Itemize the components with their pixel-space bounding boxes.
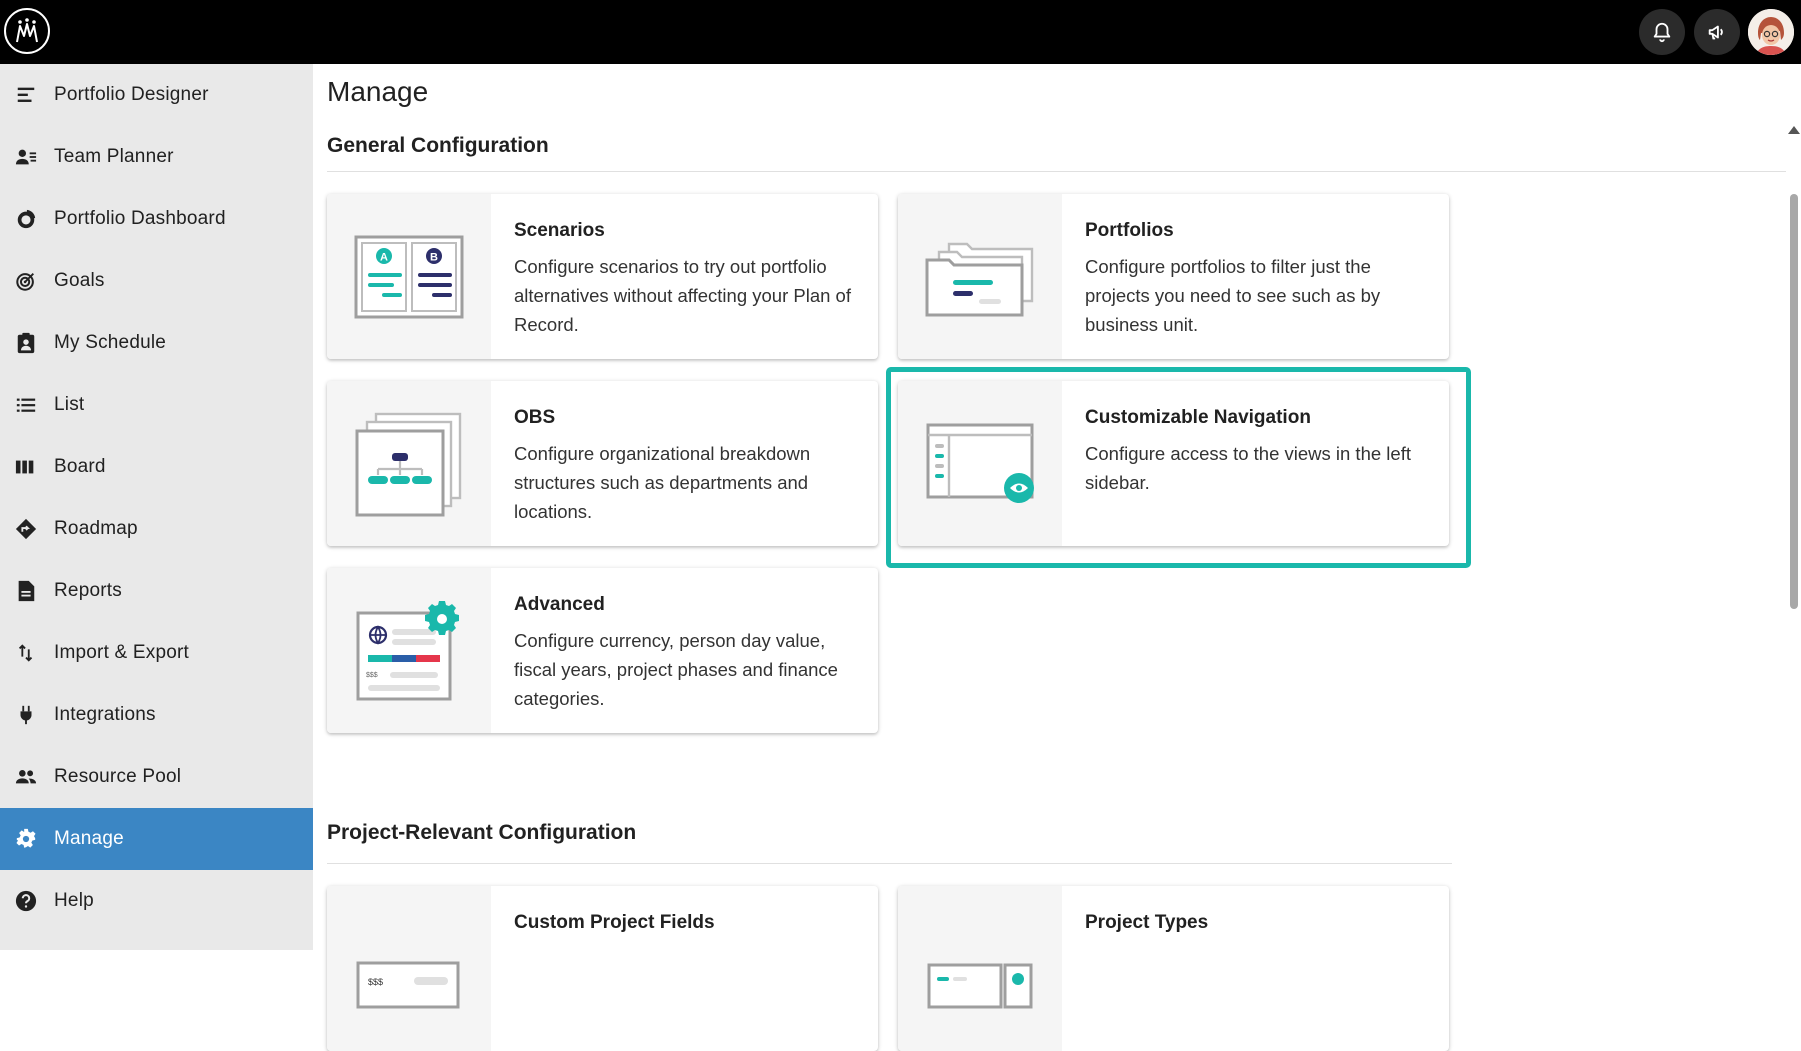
sidebar-item-label: Resource Pool [54, 766, 182, 787]
notifications-button[interactable] [1639, 9, 1685, 55]
sidebar-item-board[interactable]: Board [0, 436, 313, 498]
list-icon [14, 393, 38, 417]
sidebar-item-label: Help [54, 890, 94, 911]
card-portfolios[interactable]: Portfolios Configure portfolios to filte… [898, 194, 1449, 359]
card-obs[interactable]: OBS Configure organizational breakdown s… [327, 381, 878, 546]
card-description: Configure organizational breakdown struc… [514, 443, 811, 522]
help-icon [14, 889, 38, 913]
megaphone-icon [1708, 25, 1723, 40]
sidebar-item-label: Board [54, 456, 106, 477]
mm-logo-icon[interactable] [4, 8, 50, 54]
sidebar-item-label: Manage [54, 828, 124, 849]
scenarios-illustration-icon: A B [327, 194, 491, 359]
card-description: Configure currency, person day value, fi… [514, 630, 838, 709]
vertical-scrollbar[interactable] [1786, 64, 1801, 950]
main-content: Manage General Configuration A B Scenari… [313, 64, 1791, 1051]
sidebar-item-label: Import & Export [54, 642, 189, 663]
card-title: Project Types [1085, 912, 1209, 933]
sidebar-item-label: Integrations [54, 704, 156, 725]
target-icon [14, 269, 38, 293]
clipboard-user-icon [14, 331, 38, 355]
page-title: Manage [327, 76, 429, 107]
sidebar-item-roadmap[interactable]: Roadmap [0, 498, 313, 560]
advanced-settings-illustration-icon: $$$ [327, 568, 491, 733]
card-scenarios[interactable]: A B Scenarios Configure scenarios to try… [327, 194, 878, 359]
sidebar-item-label: List [54, 394, 85, 415]
svg-text:A: A [380, 251, 388, 263]
sidebar-item-my-schedule[interactable]: My Schedule [0, 312, 313, 374]
sidebar-item-portfolio-designer[interactable]: Portfolio Designer [0, 64, 313, 126]
divider [327, 863, 1452, 864]
scroll-up-arrow-icon[interactable] [1788, 126, 1800, 134]
sidebar-item-goals[interactable]: Goals [0, 250, 313, 312]
sidebar-item-team-planner[interactable]: Team Planner [0, 126, 313, 188]
svg-text:B: B [430, 251, 438, 263]
sidebar-item-label: Reports [54, 580, 122, 601]
obs-illustration-icon [327, 381, 491, 546]
section-title-general: General Configuration [327, 134, 549, 157]
svg-text:$$$: $$$ [368, 977, 383, 987]
dashboard-icon [14, 207, 38, 231]
svg-text:$$$: $$$ [366, 672, 378, 679]
card-description: Configure scenarios to try out portfolio… [514, 256, 851, 335]
gear-icon [14, 827, 38, 851]
sidebar-item-manage[interactable]: Manage [0, 808, 313, 870]
document-icon [14, 579, 38, 603]
sidebar-item-help[interactable]: Help [0, 870, 313, 932]
announcements-button[interactable] [1694, 9, 1740, 55]
divider [327, 171, 1787, 172]
folders-illustration-icon [898, 194, 1062, 359]
board-icon [14, 455, 38, 479]
sidebar-item-label: Portfolio Designer [54, 84, 209, 105]
team-planner-icon [14, 145, 38, 169]
card-title: Advanced [514, 594, 605, 615]
sidebar-item-portfolio-dashboard[interactable]: Portfolio Dashboard [0, 188, 313, 250]
bell-icon [1653, 22, 1671, 43]
sidebar-item-import-export[interactable]: Import & Export [0, 622, 313, 684]
custom-fields-illustration-icon: $$$ [327, 886, 491, 1051]
card-title: OBS [514, 407, 556, 428]
people-icon [14, 765, 38, 789]
card-title: Custom Project Fields [514, 912, 715, 933]
sidebar-item-label: Team Planner [54, 146, 174, 167]
sidebar-item-reports[interactable]: Reports [0, 560, 313, 622]
card-project-types[interactable]: Project Types [898, 886, 1449, 1051]
sidebar-item-list[interactable]: List [0, 374, 313, 436]
plug-icon [14, 703, 38, 727]
sidebar-item-resource-pool[interactable]: Resource Pool [0, 746, 313, 808]
card-custom-project-fields[interactable]: $$$ Custom Project Fields [327, 886, 878, 1051]
card-advanced[interactable]: $$$ Advanced Configure currency, person … [327, 568, 878, 733]
portfolio-designer-icon [14, 83, 38, 107]
sidebar-item-label: Roadmap [54, 518, 138, 539]
sidebar-item-label: Portfolio Dashboard [54, 208, 226, 229]
selection-highlight [886, 367, 1471, 568]
section-title-project: Project-Relevant Configuration [327, 821, 637, 844]
roadmap-icon [14, 517, 38, 541]
scrollbar-thumb[interactable] [1790, 194, 1798, 609]
card-title: Portfolios [1085, 220, 1174, 241]
sidebar-item-integrations[interactable]: Integrations [0, 684, 313, 746]
sidebar-item-label: Goals [54, 270, 105, 291]
import-export-icon [14, 641, 38, 665]
card-description: Configure portfolios to filter just the … [1085, 256, 1381, 335]
user-avatar[interactable] [1748, 9, 1794, 55]
top-bar [0, 0, 1801, 64]
card-title: Scenarios [514, 220, 605, 241]
sidebar: Portfolio Designer Team Planner Portfoli… [0, 64, 313, 950]
project-types-illustration-icon [898, 886, 1062, 1051]
sidebar-item-label: My Schedule [54, 332, 167, 353]
